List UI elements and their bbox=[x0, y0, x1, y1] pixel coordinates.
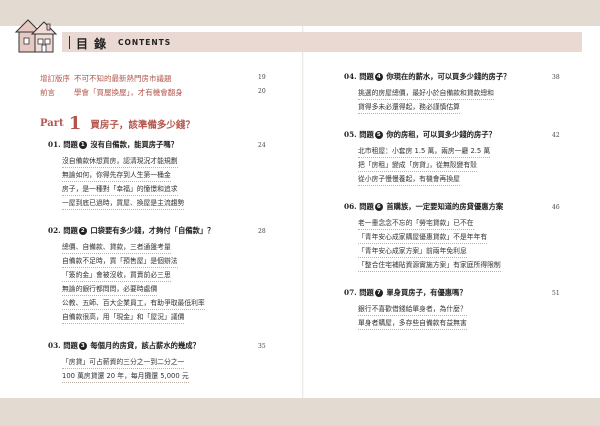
entry-line: 無論的銀行都問問，必要時處價 bbox=[62, 283, 158, 296]
page-number: 42 bbox=[552, 132, 560, 139]
entry-line: 總價、自備款、貸款，三者通盤考量 bbox=[62, 241, 171, 254]
question-number-badge: 6 bbox=[374, 203, 383, 211]
entry-title: 首購族，一定要知道的房貸優惠方案 bbox=[386, 202, 504, 211]
toc-entry-01[interactable]: 01. 問題 1 沒有自備款，能買房子嗎？ bbox=[48, 140, 178, 150]
entry-line: 100 萬房貸還 20 年，每月攤還 5,000 元 bbox=[62, 370, 189, 383]
entry-line: 自備款很高，用「現金」和「屋況」議價 bbox=[62, 311, 185, 324]
question-number-badge: 7 bbox=[374, 289, 383, 297]
question-number-badge: 1 bbox=[78, 141, 87, 149]
entry-line: 挑選的房屋總價，最好小於自備款和貸款總和 bbox=[358, 87, 494, 100]
toc-entry-03[interactable]: 03. 問題 3 每個月的房貸，該占薪水的幾成？ bbox=[48, 341, 200, 351]
entry-line: 單身者購屋，多存些自備款有益無害 bbox=[358, 317, 467, 330]
question-number-badge: 2 bbox=[78, 227, 87, 235]
entry-line: 自備款不足時，買「預售屋」是個辦法 bbox=[62, 255, 178, 268]
entry-line: 從小房子慢慢養起，有機會再換屋 bbox=[358, 173, 460, 186]
house-logo-icon bbox=[14, 19, 58, 53]
entry-title: 你的房租，可以買多少錢的房子？ bbox=[386, 130, 496, 139]
entry-title: 口袋要有多少錢，才夠付「自備款」？ bbox=[90, 226, 215, 235]
intro-line[interactable]: 增訂版序 不可不知的最新熱門房市議題 bbox=[40, 73, 172, 84]
entry-line: 房子，是一種對「幸福」的憧憬和追求 bbox=[62, 183, 178, 196]
entry-line: 北市租屋：小套房 1.5 萬，兩房一廳 2.5 萬 bbox=[358, 145, 491, 158]
entry-line: 「簽約金」會被沒收，買賣前必三思 bbox=[62, 269, 171, 282]
entry-line: 「青年安心成家購屋優惠貸款」不是年年有 bbox=[358, 231, 488, 244]
entry-line: 無論如何，你得先存到人生第一桶金 bbox=[62, 169, 171, 182]
entry-title: 你現在的薪水，可以買多少錢的房子？ bbox=[386, 72, 511, 81]
part-word: Part bbox=[40, 118, 64, 129]
toc-entry-06[interactable]: 06. 問題 6 首購族，一定要知道的房貸優惠方案 bbox=[344, 202, 503, 212]
intro-line[interactable]: 前言 學會「買屋換屋」，才有機會翻身 bbox=[40, 87, 183, 98]
toc-entry-04[interactable]: 04. 問題 4 你現在的薪水，可以買多少錢的房子？ bbox=[344, 72, 510, 82]
toc-subtitle: CONTENTS bbox=[118, 38, 172, 47]
toc-separator bbox=[69, 36, 70, 49]
entry-line: 把「房租」變成「房貸」，從無殼變有殼 bbox=[358, 159, 477, 172]
entry-line: 沒自備款休想買房，認清現況才能規劃 bbox=[62, 155, 178, 168]
entry-line: 貸得多未必還得起，務必謹慎估算 bbox=[358, 101, 460, 114]
intro-label: 前言 bbox=[40, 88, 55, 97]
toc-title: 目 錄 bbox=[76, 37, 108, 51]
intro-label: 增訂版序 bbox=[40, 74, 70, 83]
entry-line: 一屋到底已過時，買屋、換屋是主流趨勢 bbox=[62, 197, 185, 210]
entry-title: 每個月的房貸，該占薪水的幾成？ bbox=[90, 341, 200, 350]
entry-line: 「房貸」可占薪資的三分之一到二分之一 bbox=[62, 356, 185, 369]
page-number: 24 bbox=[258, 142, 266, 149]
page-number: 19 bbox=[258, 74, 266, 81]
page-number: 38 bbox=[552, 74, 560, 81]
page-number: 20 bbox=[258, 88, 266, 95]
entry-line: 公教、五師、百大企業員工，有助爭取最低利率 bbox=[62, 297, 205, 310]
part-heading: Part 1 買房子，該準備多少錢？ bbox=[40, 113, 195, 134]
question-number-badge: 4 bbox=[374, 73, 383, 81]
entry-title: 沒有自備款，能買房子嗎？ bbox=[90, 140, 178, 149]
entry-line: 「整合住宅補貼資源實施方案」有家庭所得限制 bbox=[358, 259, 501, 272]
entry-line: 「青年安心成家方案」前兩年免利息 bbox=[358, 245, 467, 258]
toc-entry-05[interactable]: 05. 問題 5 你的房租，可以買多少錢的房子？ bbox=[344, 130, 496, 140]
top-band bbox=[0, 0, 600, 26]
intro-text: 學會「買屋換屋」，才有機會翻身 bbox=[74, 88, 183, 97]
bottom-band bbox=[0, 398, 600, 426]
spine-shadow bbox=[302, 26, 304, 398]
toc-entry-07[interactable]: 07. 問題 7 單身買房子，有優惠嗎？ bbox=[344, 288, 467, 298]
page-number: 46 bbox=[552, 204, 560, 211]
part-number: 1 bbox=[68, 113, 82, 134]
part-title: 買房子，該準備多少錢？ bbox=[90, 119, 195, 131]
page-number: 28 bbox=[258, 228, 266, 235]
question-number-badge: 3 bbox=[78, 342, 87, 350]
page-number: 35 bbox=[258, 343, 266, 350]
entry-line: 銀行不喜歡借錢給單身者，為什麼？ bbox=[358, 303, 467, 316]
intro-text: 不可不知的最新熱門房市議題 bbox=[74, 74, 172, 83]
toc-entry-02[interactable]: 02. 問題 2 口袋要有多少錢，才夠付「自備款」？ bbox=[48, 226, 214, 236]
entry-line: 老一輩念念不忘的「勞宅貸款」已不在 bbox=[358, 217, 474, 230]
entry-title: 單身買房子，有優惠嗎？ bbox=[386, 288, 467, 297]
question-number-badge: 5 bbox=[374, 131, 383, 139]
page-number: 51 bbox=[552, 290, 560, 297]
